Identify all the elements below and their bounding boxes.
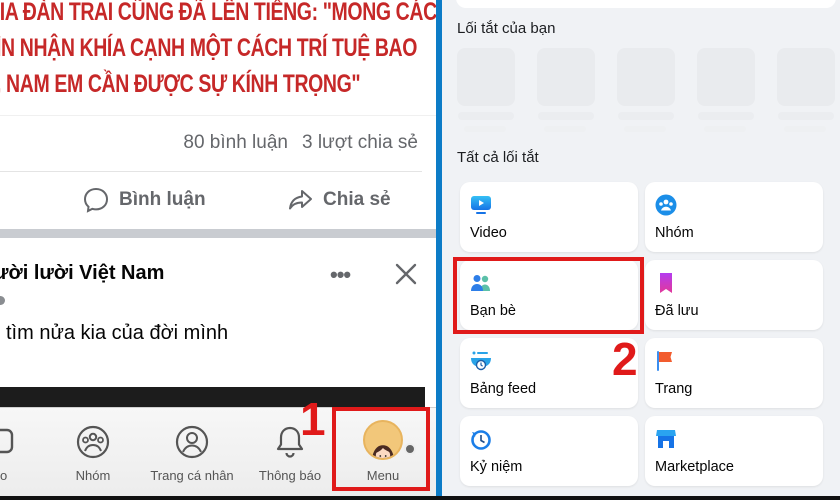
profile-card[interactable] bbox=[456, 0, 836, 8]
headline-line: , NAM EM CẦN ĐƯỢC SỰ KÍNH TRỌNG" bbox=[0, 70, 361, 98]
privacy-globe-icon bbox=[0, 296, 5, 305]
memories-icon bbox=[471, 430, 491, 450]
facebook-feed-screen: HIA ĐÀN TRAI CŨNG ĐÃ LÊN TIẾNG: "MONG CÁ… bbox=[0, 0, 436, 500]
post-media[interactable] bbox=[0, 387, 425, 407]
nav-label: Nhóm bbox=[75, 468, 111, 483]
shortcut-placeholder bbox=[457, 48, 515, 106]
annotation-highlight-box bbox=[453, 257, 644, 334]
feed-icon bbox=[471, 351, 491, 371]
placeholder-text bbox=[698, 112, 754, 120]
feed-post: ười lười Việt Nam ••• tìm nửa kia của đờ… bbox=[0, 238, 436, 388]
image-border bbox=[0, 496, 840, 500]
share-label: Chia sẻ bbox=[323, 189, 391, 210]
tile-label: Marketplace bbox=[655, 459, 734, 475]
shortcut-video[interactable]: Video bbox=[460, 182, 638, 252]
share-arrow-icon bbox=[289, 190, 312, 210]
shortcut-pages[interactable]: Trang bbox=[645, 338, 823, 408]
shortcut-placeholder bbox=[777, 48, 835, 106]
shortcut-saved[interactable]: Đã lưu bbox=[645, 260, 823, 330]
video-icon bbox=[0, 428, 14, 454]
section-heading: Tất cả lối tắt bbox=[457, 149, 539, 166]
nav-label: Thông báo bbox=[258, 468, 322, 483]
placeholder-text bbox=[458, 112, 514, 120]
flag-icon bbox=[657, 351, 672, 371]
comment-button[interactable]: Bình luận bbox=[82, 178, 206, 222]
tile-label: Trang bbox=[655, 381, 693, 397]
close-icon[interactable] bbox=[392, 260, 420, 288]
comment-label: Bình luận bbox=[119, 189, 206, 210]
annotation-step-number: 2 bbox=[612, 333, 638, 385]
post-text: tìm nửa kia của đời mình bbox=[6, 322, 229, 344]
annotation-step-number: 1 bbox=[300, 393, 326, 445]
placeholder-text bbox=[704, 126, 746, 132]
facebook-menu-screen: Lối tắt của bạn Tất cả lối tắt Video Nhó… bbox=[442, 0, 840, 500]
annotation-highlight-box bbox=[332, 407, 430, 491]
post-action-bar: Bình luận Chia sẻ bbox=[0, 178, 422, 222]
shortcut-memories[interactable]: Kỷ niệm bbox=[460, 416, 638, 486]
tile-label: Bảng feed bbox=[470, 381, 537, 397]
nav-item-groups[interactable]: Nhóm bbox=[60, 408, 126, 500]
shortcut-marketplace[interactable]: Marketplace bbox=[645, 416, 823, 486]
shortcut-placeholder bbox=[537, 48, 595, 106]
more-options-button[interactable]: ••• bbox=[330, 262, 351, 288]
nav-item-video[interactable]: eo bbox=[0, 408, 30, 500]
placeholder-text bbox=[544, 126, 586, 132]
video-tv-icon bbox=[471, 196, 491, 214]
comment-count[interactable]: 80 bình luận bbox=[183, 132, 288, 154]
tile-label: Nhóm bbox=[655, 225, 694, 241]
section-heading: Lối tắt của bạn bbox=[457, 20, 556, 37]
groups-icon bbox=[76, 425, 110, 459]
divider bbox=[0, 171, 422, 172]
profile-icon bbox=[175, 425, 209, 459]
bookmark-icon bbox=[660, 273, 672, 293]
tile-label: Đã lưu bbox=[655, 303, 699, 319]
placeholder-text bbox=[464, 126, 506, 132]
shop-icon bbox=[656, 430, 676, 448]
tile-label: Video bbox=[470, 225, 507, 241]
feed-separator bbox=[0, 229, 436, 238]
placeholder-text bbox=[624, 126, 666, 132]
placeholder-text bbox=[784, 126, 826, 132]
placeholder-text bbox=[618, 112, 674, 120]
nav-item-profile[interactable]: Trang cá nhân bbox=[140, 408, 244, 500]
share-button[interactable]: Chia sẻ bbox=[286, 178, 391, 222]
divider bbox=[0, 115, 436, 116]
groups-icon bbox=[655, 194, 677, 216]
placeholder-text bbox=[538, 112, 594, 120]
shortcut-placeholder bbox=[697, 48, 755, 106]
nav-label: Trang cá nhân bbox=[150, 468, 234, 483]
nav-label: eo bbox=[0, 468, 8, 483]
shortcut-groups[interactable]: Nhóm bbox=[645, 182, 823, 252]
post-image-headline: HIA ĐÀN TRAI CŨNG ĐÃ LÊN TIẾNG: "MONG CÁ… bbox=[0, 0, 436, 102]
shortcut-placeholder bbox=[617, 48, 675, 106]
tile-label: Kỷ niệm bbox=[470, 459, 523, 475]
headline-line: HIA ĐÀN TRAI CŨNG ĐÃ LÊN TIẾNG: "MONG CÁ… bbox=[0, 0, 436, 26]
headline-line: ÌN NHẬN KHÍA CẠNH MỘT CÁCH TRÍ TUỆ BAO bbox=[0, 34, 418, 62]
post-engagement-counts: 80 bình luận 3 lượt chia sẻ bbox=[183, 132, 418, 154]
share-count[interactable]: 3 lượt chia sẻ bbox=[302, 132, 418, 154]
post-author-name[interactable]: ười lười Việt Nam bbox=[0, 262, 164, 285]
placeholder-text bbox=[778, 112, 834, 120]
comment-bubble-icon bbox=[83, 187, 109, 213]
